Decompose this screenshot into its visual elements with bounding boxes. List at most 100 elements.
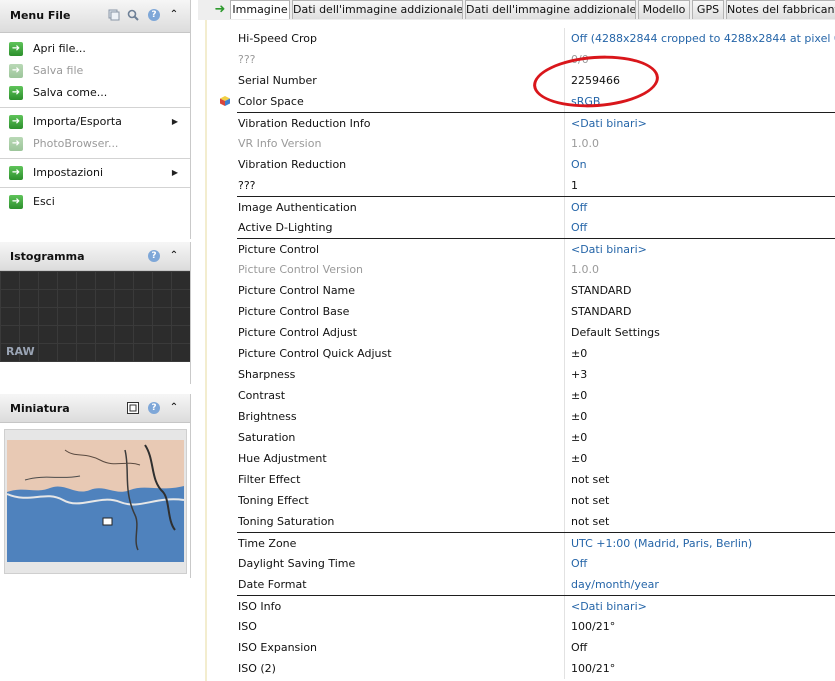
table-row[interactable]: Hi-Speed Crop Off (4288x2844 cropped to 4… [237,28,835,49]
fit-frame-icon[interactable] [127,402,139,414]
table-row[interactable]: Time Zone UTC +1:00 (Madrid, Paris, Berli… [237,532,835,554]
table-row[interactable]: Toning Saturation not set [237,511,835,532]
column-divider [564,574,565,595]
property-value[interactable]: <Dati binari> [571,239,835,260]
menu-item-photobrowser[interactable]: ➜ PhotoBrowser... [0,133,190,155]
collapse-icon[interactable]: ⌃ [168,402,180,414]
property-value: 0/0 [571,53,589,66]
property-value: not set [571,515,610,528]
table-row[interactable]: Vibration Reduction On [237,154,835,175]
menu-file-header[interactable]: Menu File ? ⌃ [0,0,190,33]
property-value: ±0 [571,389,588,402]
table-row[interactable]: Picture Control Name STANDARD [237,280,835,301]
property-name: Daylight Saving Time [238,557,356,570]
table-row[interactable]: Daylight Saving Time Off [237,553,835,574]
menu-file-panel: Menu File ? ⌃ ➜ Apri file... ➜ Salva fil… [0,0,191,239]
table-row[interactable]: Contrast ±0 [237,385,835,406]
thumbnail-header[interactable]: Miniatura ? ⌃ [0,394,190,423]
menu-item-importa-esporta[interactable]: ➜ Importa/Esporta ▶ [0,111,190,133]
search-icon[interactable] [127,9,139,21]
property-name: Color Space [238,95,304,108]
table-row[interactable]: Picture Control Adjust Default Settings [237,322,835,343]
help-icon[interactable]: ? [148,250,160,262]
column-divider [564,259,565,280]
property-name: ??? [238,179,256,192]
property-name: Contrast [238,389,286,402]
property-value[interactable]: day/month/year [571,574,835,595]
property-name: Date Format [238,578,307,591]
table-row[interactable]: Active D-Lighting Off [237,217,835,238]
property-value[interactable]: Off [571,197,835,218]
tab-modello[interactable]: Modello [638,0,690,19]
table-row[interactable]: ??? 0/0 [237,49,835,70]
property-name: Picture Control Quick Adjust [238,347,392,360]
menu-item-apri-file[interactable]: ➜ Apri file... [0,38,190,60]
column-divider [564,322,565,343]
property-name: Sharpness [238,368,296,381]
table-row[interactable]: Sharpness +3 [237,364,835,385]
table-row[interactable]: Color Space sRGB [220,91,835,112]
property-value: 1.0.0 [571,137,599,150]
table-row[interactable]: VR Info Version 1.0.0 [237,133,835,154]
green-arrow-icon[interactable]: ➜ [208,1,232,19]
table-row[interactable]: Brightness ±0 [237,406,835,427]
table-row[interactable]: Saturation ±0 [237,427,835,448]
table-row[interactable]: Picture Control Quick Adjust ±0 [237,343,835,364]
table-row[interactable]: Image Authentication Off [237,196,835,218]
table-row[interactable]: ISO Expansion Off [237,637,835,658]
table-row[interactable]: ISO Info <Dati binari> [237,595,835,617]
table-row[interactable]: Toning Effect not set [237,490,835,511]
property-name: ISO [238,620,257,633]
collapse-icon[interactable]: ⌃ [168,250,180,262]
property-value[interactable]: Off [571,553,835,574]
table-row[interactable]: ISO 100/21° [237,616,835,637]
property-value: not set [571,494,610,507]
property-value[interactable]: sRGB [571,91,835,112]
menu-separator [0,107,190,108]
help-icon[interactable]: ? [148,9,160,21]
property-value[interactable]: <Dati binari> [571,596,835,617]
table-row[interactable]: Vibration Reduction Info <Dati binari> [237,112,835,134]
property-value[interactable]: Off (4288x2844 cropped to 4288x2844 at p… [571,28,835,49]
table-row[interactable]: Picture Control Base STANDARD [237,301,835,322]
menu-item-salva-come[interactable]: ➜ Salva come... [0,82,190,104]
tab-notes-fabbricante[interactable]: Notes del fabbricante [726,0,835,19]
table-row[interactable]: Date Format day/month/year [237,574,835,595]
window-icon[interactable] [108,9,120,21]
table-row[interactable]: Hue Adjustment ±0 [237,448,835,469]
menu-item-impostazioni[interactable]: ➜ Impostazioni ▶ [0,162,190,184]
property-name: ??? [238,53,256,66]
table-row[interactable]: Filter Effect not set [237,469,835,490]
column-divider [564,154,565,175]
table-row[interactable]: ISO (2) 100/21° [237,658,835,679]
property-name: Toning Effect [238,494,309,507]
property-name: Picture Control Version [238,263,364,276]
property-value: Default Settings [571,326,660,339]
table-row[interactable]: Picture Control Version 1.0.0 [237,259,835,280]
property-value[interactable]: Off [571,217,835,238]
thumbnail-frame [4,429,187,574]
property-value[interactable]: <Dati binari> [571,113,835,134]
table-row[interactable]: ??? 1 [237,175,835,196]
histogram-header[interactable]: Istogramma ? ⌃ [0,242,190,271]
thumbnail-image[interactable] [5,430,186,573]
tab-gps[interactable]: GPS [692,0,724,19]
property-name: Filter Effect [238,473,301,486]
tab-immagine[interactable]: Immagine [230,0,290,19]
tab-dati-addizionale-1[interactable]: Dati dell'immagine addizionale (1) [292,0,463,19]
column-divider [564,197,565,218]
menu-item-salva-file[interactable]: ➜ Salva file [0,60,190,82]
help-icon[interactable]: ? [148,402,160,414]
property-value[interactable]: UTC +1:00 (Madrid, Paris, Berlin) [571,533,835,554]
property-value: ±0 [571,452,588,465]
property-name: Picture Control Name [238,284,356,297]
table-row[interactable]: Serial Number 2259466 [237,70,835,91]
menu-item-esci[interactable]: ➜ Esci [0,191,190,213]
collapse-icon[interactable]: ⌃ [168,9,180,21]
property-name: Hue Adjustment [238,452,327,465]
raw-label: RAW [6,345,35,358]
property-value[interactable]: On [571,154,835,175]
table-row[interactable]: Picture Control <Dati binari> [237,238,835,260]
column-divider [564,49,565,70]
tab-dati-addizionale-2[interactable]: Dati dell'immagine addizionale (2) [465,0,636,19]
